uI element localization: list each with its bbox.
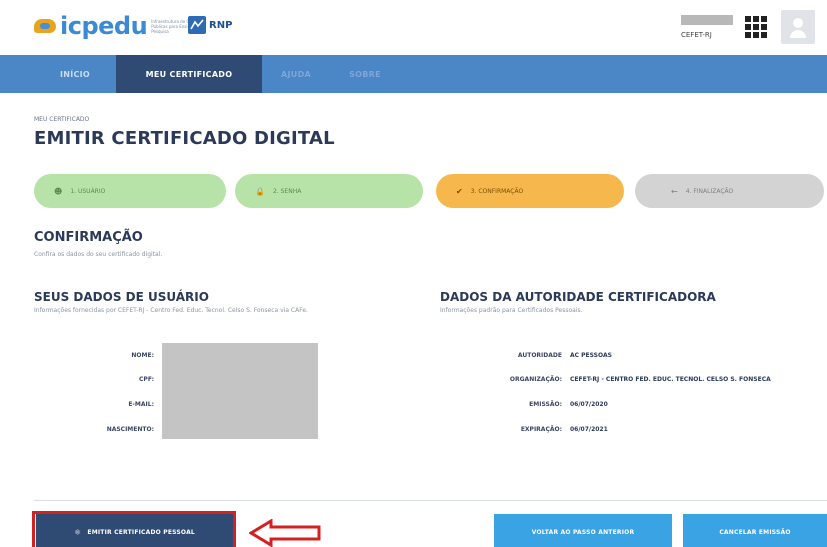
- main-nav: INÍCIO MEU CERTIFICADO AJUDA SOBRE: [0, 55, 827, 93]
- confirmation-title: CONFIRMAÇÃO: [34, 230, 143, 245]
- icpedu-logo-mark: [34, 19, 56, 33]
- step-label: 4. FINALIZAÇÃO: [685, 187, 734, 195]
- ca-data-title: DADOS DA AUTORIDADE CERTIFICADORA: [440, 290, 716, 304]
- user-icon: ☻: [54, 186, 63, 196]
- ca-data-subtitle: Informações padrão para Certificados Pes…: [440, 307, 583, 314]
- nav-item-ajuda[interactable]: AJUDA: [262, 55, 330, 93]
- arrow-left-icon: ←: [671, 186, 678, 196]
- pointer-arrow-icon: [249, 519, 321, 547]
- stepper: ☻ 1. USUÁRIO 🔒 2. SENHA ✔ 3. CONFIRMAÇÃO…: [34, 174, 827, 208]
- step-finalizacao: ← 4. FINALIZAÇÃO: [635, 174, 824, 208]
- breadcrumb[interactable]: MEU CERTIFICADO: [34, 116, 89, 123]
- icpedu-logo[interactable]: icpedu Infraestrutura de Chaves Públicas…: [34, 10, 201, 42]
- user-data-title: SEUS DADOS DE USUÁRIO: [34, 290, 209, 304]
- expiry-date-value: 06/07/2021: [570, 426, 608, 433]
- rnp-logo-mark: [188, 16, 206, 34]
- redacted-user-values: [162, 343, 318, 439]
- brand-name: icpedu: [60, 12, 148, 40]
- apps-grid-icon[interactable]: [745, 16, 767, 38]
- issue-certificate-button[interactable]: ⚛ EMITIR CERTIFICADO PESSOAL: [36, 514, 233, 547]
- user-org-label: CEFET-RJ: [681, 31, 712, 39]
- email-label: E-MAIL:: [128, 401, 154, 408]
- step-label: 3. CONFIRMAÇÃO: [470, 187, 524, 195]
- name-label: NOME:: [131, 352, 154, 359]
- partner-name: RNP: [209, 19, 233, 31]
- redacted-username: [681, 15, 733, 25]
- certificate-icon: ⚛: [74, 527, 82, 537]
- step-usuario: ☻ 1. USUÁRIO: [34, 174, 226, 208]
- back-button[interactable]: VOLTAR AO PASSO ANTERIOR: [494, 514, 672, 547]
- organization-label: ORGANIZAÇÃO:: [509, 376, 562, 383]
- app-header: icpedu Infraestrutura de Chaves Públicas…: [0, 0, 827, 55]
- confirmation-subtitle: Confira os dados do seu certificado digi…: [34, 251, 163, 258]
- check-circle-icon: ✔: [456, 186, 463, 196]
- nav-item-meu-certificado[interactable]: MEU CERTIFICADO: [116, 55, 262, 93]
- authority-label: AUTORIDADE: [517, 352, 562, 359]
- page-title: EMITIR CERTIFICADO DIGITAL: [34, 128, 335, 149]
- issue-date-label: EMISSÃO:: [529, 401, 562, 408]
- birth-label: NASCIMENTO:: [106, 426, 154, 433]
- step-label: 2. SENHA: [272, 187, 302, 195]
- step-label: 1. USUÁRIO: [70, 187, 106, 195]
- cpf-label: CPF:: [139, 376, 154, 383]
- organization-value: CEFET-RJ - CENTRO FED. EDUC. TECNOL. CEL…: [570, 376, 771, 383]
- user-data-subtitle: Informações fornecidas por CEFET-RJ - Ce…: [34, 307, 308, 314]
- expiry-date-label: EXPIRAÇÃO:: [520, 426, 562, 433]
- step-senha: 🔒 2. SENHA: [235, 174, 423, 208]
- lock-icon: 🔒: [255, 186, 265, 196]
- authority-value: AC PESSOAS: [570, 352, 612, 359]
- divider: [34, 500, 827, 501]
- cancel-button[interactable]: CANCELAR EMISSÃO: [683, 514, 827, 547]
- user-area: CEFET-RJ: [681, 10, 815, 44]
- issue-certificate-label: EMITIR CERTIFICADO PESSOAL: [87, 528, 195, 536]
- rnp-logo[interactable]: RNP: [188, 16, 232, 34]
- avatar[interactable]: [781, 10, 815, 44]
- nav-item-sobre[interactable]: SOBRE: [330, 55, 400, 93]
- step-confirmacao: ✔ 3. CONFIRMAÇÃO: [436, 174, 624, 208]
- issue-date-value: 06/07/2020: [570, 401, 608, 408]
- nav-item-inicio[interactable]: INÍCIO: [34, 55, 116, 93]
- user-org-block: CEFET-RJ: [681, 12, 733, 42]
